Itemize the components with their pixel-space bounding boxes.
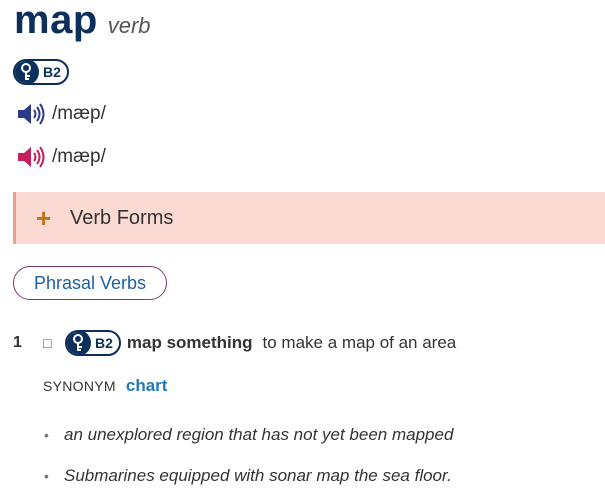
ipa-text: /mæp/	[52, 103, 106, 124]
level-badge[interactable]: B2	[65, 330, 121, 356]
sense-definition: to make a map of an area	[262, 333, 457, 352]
part-of-speech: verb	[107, 13, 151, 38]
headword: map	[14, 0, 98, 42]
bullet-icon: •	[44, 468, 49, 484]
verb-forms-toggle[interactable]: + Verb Forms	[13, 192, 605, 244]
entry-header: map verb	[14, 0, 151, 46]
pronunciation-british: /mæp/	[16, 101, 106, 127]
example-item: • Submarines equipped with sonar map the…	[44, 461, 453, 491]
pronunciation-american: /mæp/	[16, 144, 106, 170]
example-text: an unexplored region that has not yet be…	[64, 425, 454, 444]
bullet-icon: •	[44, 427, 49, 443]
example-item: • an unexplored region that has not yet …	[44, 420, 453, 450]
level-label: B2	[95, 335, 113, 351]
sense-1: 1 □ B2 map something to make a map of an…	[13, 328, 456, 358]
plus-icon: +	[36, 203, 52, 233]
key-icon	[14, 61, 39, 83]
sense-number: 1	[13, 334, 22, 351]
synonym-row: SYNONYM chart	[43, 376, 167, 396]
examples-list: • an unexplored region that has not yet …	[44, 420, 453, 502]
sense-pattern: map something	[126, 333, 253, 352]
example-text: Submarines equipped with sonar map the s…	[64, 466, 452, 485]
level-badge[interactable]: B2	[13, 59, 69, 85]
key-icon	[66, 332, 91, 354]
speaker-icon[interactable]	[16, 101, 46, 127]
synonym-label: SYNONYM	[43, 378, 116, 394]
checkbox-icon[interactable]: □	[43, 335, 61, 351]
verb-forms-label: Verb Forms	[70, 206, 174, 229]
speaker-icon[interactable]	[16, 144, 46, 170]
ipa-text: /mæp/	[52, 146, 106, 167]
phrasal-verbs-button[interactable]: Phrasal Verbs	[13, 266, 168, 300]
level-label: B2	[43, 64, 61, 80]
synonym-link[interactable]: chart	[126, 376, 168, 396]
